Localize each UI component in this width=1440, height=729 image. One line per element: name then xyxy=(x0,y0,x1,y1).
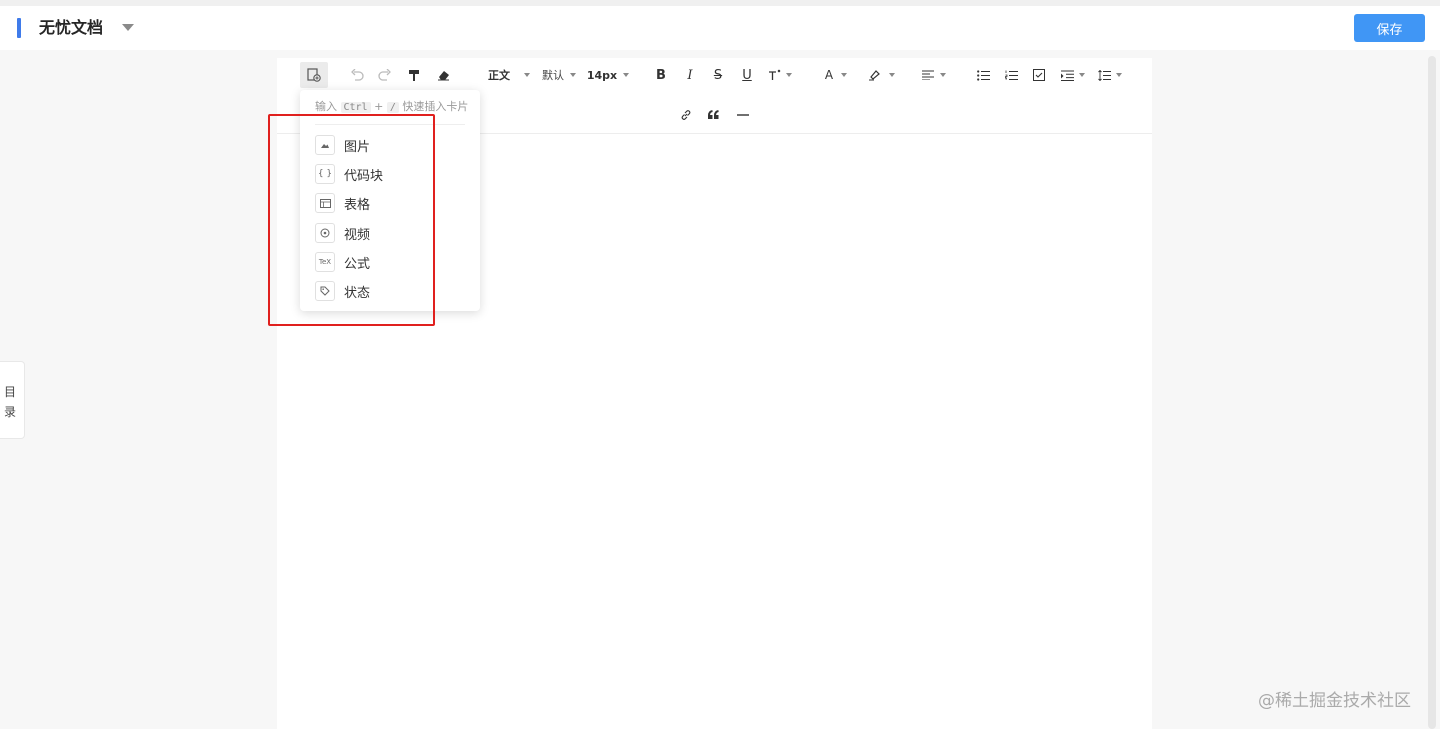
page-scrollbar[interactable] xyxy=(1428,56,1436,729)
horizontal-rule-button[interactable] xyxy=(734,104,752,126)
heading-select[interactable]: 正文 xyxy=(484,64,534,86)
insert-item-video[interactable]: 视频 xyxy=(315,221,465,245)
eraser-icon xyxy=(437,71,449,81)
hint-key-ctrl: Ctrl xyxy=(340,102,371,113)
undo-button[interactable] xyxy=(348,64,366,86)
code-block-icon: { } xyxy=(315,164,335,184)
formula-icon: TeX xyxy=(315,252,335,272)
numbered-list-button[interactable] xyxy=(1002,64,1020,86)
strikethrough-button[interactable]: S xyxy=(709,64,727,86)
chevron-down-icon xyxy=(1116,73,1122,77)
toc-tab[interactable]: 目录 xyxy=(0,361,25,439)
insert-item-label: 表格 xyxy=(344,197,371,213)
clear-format-button[interactable] xyxy=(434,64,452,86)
document-title: 无忧文档 xyxy=(39,18,104,37)
insert-item-label: 公式 xyxy=(344,256,371,272)
hint-plus: + xyxy=(374,100,384,113)
status-icon xyxy=(315,281,335,301)
numbered-list-icon xyxy=(1004,70,1018,80)
table-icon xyxy=(315,193,335,213)
chevron-down-icon xyxy=(623,73,630,77)
insert-item-label: 状态 xyxy=(344,285,371,301)
align-left-icon xyxy=(922,70,934,80)
insert-item-formula[interactable]: TeX 公式 xyxy=(315,250,465,274)
font-color-button[interactable]: A xyxy=(819,64,853,86)
highlight-color-button[interactable] xyxy=(864,64,898,86)
undo-icon xyxy=(351,69,364,81)
redo-icon xyxy=(378,69,391,81)
insert-item-label: 图片 xyxy=(344,139,371,155)
title-accent-bar xyxy=(17,18,21,38)
chevron-down-icon xyxy=(524,73,530,77)
bullet-list-button[interactable] xyxy=(974,64,992,86)
link-button[interactable] xyxy=(677,104,695,126)
insert-shortcut-hint: 输入 Ctrl + / 快速插入卡片 xyxy=(315,99,468,116)
format-painter-icon xyxy=(409,69,419,81)
hint-prefix: 输入 xyxy=(315,100,337,113)
save-button[interactable]: 保存 xyxy=(1354,14,1425,42)
text-style-menu-button[interactable] xyxy=(765,64,795,86)
insert-item-label: 视频 xyxy=(344,227,371,243)
chevron-down-icon xyxy=(786,73,792,77)
font-size-value: 14px xyxy=(586,68,618,82)
chevron-down-icon xyxy=(888,73,895,77)
redo-button[interactable] xyxy=(376,64,394,86)
quote-button[interactable] xyxy=(705,104,723,126)
insert-item-table[interactable]: 表格 xyxy=(315,191,465,215)
insert-card-button[interactable] xyxy=(300,62,328,88)
title-menu-caret-icon[interactable] xyxy=(122,24,134,31)
image-icon xyxy=(315,135,335,155)
font-family-select[interactable]: 默认 xyxy=(540,64,578,86)
indent-icon xyxy=(1061,70,1074,81)
watermark: @稀土掘金技术社区 xyxy=(1258,691,1411,711)
insert-item-label: 代码块 xyxy=(344,168,384,184)
link-icon xyxy=(681,110,691,120)
insert-card-popup: 输入 Ctrl + / 快速插入卡片 图片 { } 代码块 表格 视频 TeX … xyxy=(300,90,480,311)
insert-card-icon xyxy=(307,68,321,82)
task-list-button[interactable] xyxy=(1030,64,1048,86)
checkbox-list-icon xyxy=(1033,69,1045,81)
line-height-button[interactable] xyxy=(1095,64,1125,86)
font-size-select[interactable]: 14px xyxy=(586,64,630,86)
insert-item-status[interactable]: 状态 xyxy=(315,279,465,303)
format-painter-button[interactable] xyxy=(405,64,423,86)
quote-icon xyxy=(707,110,719,119)
chevron-down-icon xyxy=(570,73,576,77)
insert-item-code-block[interactable]: { } 代码块 xyxy=(315,162,465,186)
font-family-value: 默认 xyxy=(542,69,564,82)
hint-suffix: 快速插入卡片 xyxy=(402,100,469,113)
indent-button[interactable] xyxy=(1058,64,1088,86)
chevron-down-icon xyxy=(940,73,946,77)
bullet-list-icon xyxy=(976,69,990,81)
line-height-icon xyxy=(1098,69,1111,81)
hint-key-slash: / xyxy=(386,102,399,113)
chevron-down-icon xyxy=(1079,73,1085,77)
chevron-down-icon xyxy=(841,73,848,77)
popup-divider xyxy=(315,124,465,125)
underline-button[interactable]: U xyxy=(738,64,756,86)
heading-select-value: 正文 xyxy=(488,69,510,82)
bold-button[interactable]: B xyxy=(652,64,670,86)
font-color-glyph: A xyxy=(824,68,834,82)
italic-button[interactable]: I xyxy=(681,64,699,86)
toc-tab-label: 目录 xyxy=(3,385,16,419)
video-icon xyxy=(315,223,335,243)
align-button[interactable] xyxy=(918,64,950,86)
header-bar: 无忧文档 保存 xyxy=(0,6,1440,50)
superscript-icon xyxy=(769,69,781,80)
highlighter-icon xyxy=(868,70,880,81)
insert-item-image[interactable]: 图片 xyxy=(315,133,465,157)
horizontal-rule-icon xyxy=(737,114,749,116)
